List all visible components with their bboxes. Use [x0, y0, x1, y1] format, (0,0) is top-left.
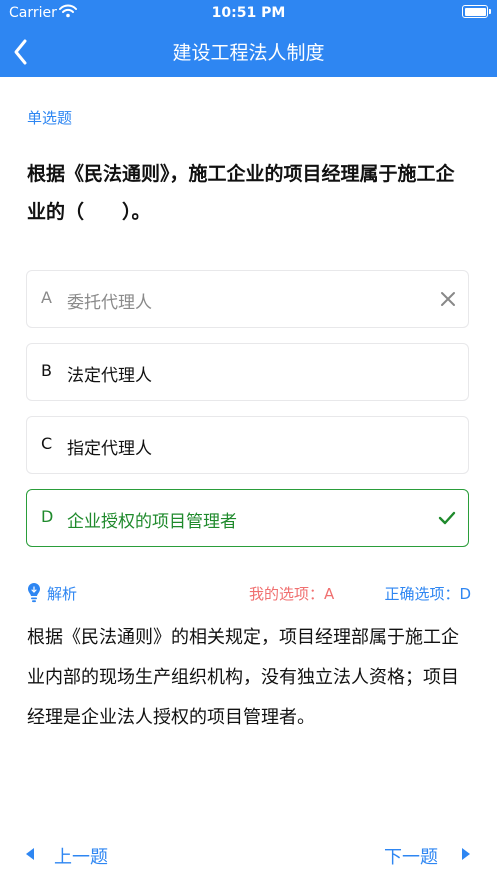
option-a[interactable]: A 委托代理人	[26, 270, 469, 328]
correct-answer: 正确选项：D	[384, 585, 471, 603]
option-c[interactable]: C 指定代理人	[26, 416, 469, 474]
option-letter: A	[41, 288, 52, 307]
analysis-label: 解析	[47, 585, 78, 603]
nav-bar: 建设工程法人制度	[0, 26, 497, 77]
check-icon	[438, 511, 456, 525]
triangle-left-icon	[26, 848, 34, 860]
question-type-label: 单选题	[27, 109, 73, 127]
close-icon	[441, 292, 455, 306]
next-question-label: 下一题	[384, 847, 438, 868]
option-text: 指定代理人	[67, 439, 152, 459]
analysis-header: 解析 我的选项：A 正确选项：D	[27, 582, 471, 604]
battery-icon	[462, 5, 491, 18]
my-answer: 我的选项：A	[249, 585, 335, 603]
status-bar: Carrier 10:51 PM	[0, 0, 497, 26]
option-d[interactable]: D 企业授权的项目管理者	[26, 489, 469, 547]
status-time: 10:51 PM	[211, 5, 286, 21]
option-letter: C	[41, 434, 53, 453]
next-question-button[interactable]: 下一题	[384, 842, 476, 868]
question-text: 根据《民法通则》，施工企业的项目经理属于施工企业的（ ）。	[27, 163, 455, 223]
lightbulb-icon	[28, 583, 40, 603]
option-text: 法定代理人	[67, 366, 152, 386]
triangle-right-icon	[462, 848, 470, 860]
option-text: 企业授权的项目管理者	[67, 512, 237, 532]
option-letter: D	[41, 507, 54, 526]
option-text: 委托代理人	[67, 293, 152, 313]
prev-question-label: 上一题	[54, 847, 108, 868]
page-title: 建设工程法人制度	[172, 42, 325, 64]
analysis-text: 根据《民法通则》的相关规定，项目经理部属于施工企业内部的现场生产组织机构，没有独…	[27, 627, 459, 728]
option-letter: B	[41, 361, 52, 380]
option-b[interactable]: B 法定代理人	[26, 343, 469, 401]
